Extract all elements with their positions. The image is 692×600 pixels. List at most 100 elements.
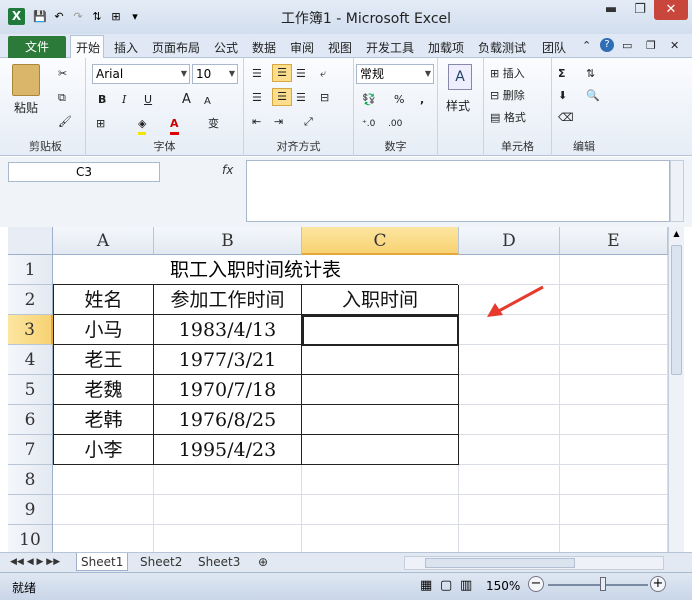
align-middle-icon[interactable]: ☰	[272, 64, 292, 82]
vertical-scrollbar[interactable]: ▲	[668, 227, 684, 552]
cut-icon[interactable]: ✂	[58, 66, 67, 82]
scroll-thumb[interactable]	[671, 245, 682, 375]
cell-e1[interactable]	[560, 255, 668, 285]
cell-e6[interactable]	[560, 405, 668, 435]
work-date-cell[interactable]: 1976/8/25	[154, 405, 302, 435]
header-name-cell[interactable]: 姓名	[53, 285, 154, 315]
format-cells-button[interactable]: ▤ 格式	[490, 110, 526, 126]
tab-team[interactable]: 团队	[542, 39, 566, 56]
cell-b10[interactable]	[154, 525, 302, 552]
italic-button[interactable]: I	[122, 92, 126, 108]
row-header-8[interactable]: 8	[8, 465, 53, 495]
tab-sheet3[interactable]: Sheet3	[194, 553, 244, 571]
align-left-icon[interactable]: ☰	[252, 90, 262, 106]
comma-button[interactable]: ,	[420, 92, 424, 108]
format-painter-icon[interactable]: 🖌	[58, 114, 72, 130]
hire-date-cell[interactable]	[302, 345, 459, 375]
cell-e5[interactable]	[560, 375, 668, 405]
cell-c9[interactable]	[302, 495, 459, 525]
normal-view-icon[interactable]: ▦	[420, 578, 432, 593]
select-all-corner[interactable]	[8, 227, 53, 255]
work-date-cell[interactable]: 1983/4/13	[154, 315, 302, 345]
font-size-select[interactable]: 10 ▼	[192, 64, 238, 84]
cell-e2[interactable]	[560, 285, 668, 315]
shrink-font-button[interactable]: A	[204, 94, 211, 110]
hire-date-cell[interactable]	[302, 375, 459, 405]
formula-expand-scrollbar[interactable]	[670, 160, 684, 222]
fill-icon[interactable]: ⬇	[558, 88, 567, 104]
cell-e4[interactable]	[560, 345, 668, 375]
insert-function-icon[interactable]: fx	[222, 163, 233, 177]
tab-load-test[interactable]: 负载测试	[478, 39, 526, 56]
align-top-icon[interactable]: ☰	[252, 66, 262, 82]
cell-d3[interactable]	[459, 315, 560, 345]
phonetic-button[interactable]: 变	[208, 116, 219, 132]
h-scroll-thumb[interactable]	[425, 558, 575, 568]
delete-cells-button[interactable]: ⊟ 删除	[490, 88, 525, 104]
tab-insert[interactable]: 插入	[114, 39, 138, 56]
tab-sheet1[interactable]: Sheet1	[76, 553, 129, 571]
paste-icon[interactable]	[12, 64, 40, 96]
row-header-6[interactable]: 6	[8, 405, 53, 435]
row-header-10[interactable]: 10	[8, 525, 53, 552]
first-sheet-icon[interactable]: ◀◀ ◀ ▶ ▶▶	[6, 553, 64, 571]
row-header-2[interactable]: 2	[8, 285, 53, 315]
row-header-3[interactable]: 3	[8, 315, 53, 345]
column-header-a[interactable]: A	[53, 227, 154, 255]
tab-developer[interactable]: 开发工具	[366, 39, 414, 56]
cell-a10[interactable]	[53, 525, 154, 552]
column-header-c[interactable]: C	[302, 227, 459, 255]
tab-data[interactable]: 数据	[252, 39, 276, 56]
close-button[interactable]: ✕	[654, 0, 688, 20]
tab-page-layout[interactable]: 页面布局	[152, 39, 200, 56]
zoom-out-button[interactable]: −	[528, 576, 544, 592]
doc-close-icon[interactable]: ✕	[670, 39, 679, 52]
row-header-5[interactable]: 5	[8, 375, 53, 405]
styles-button[interactable]: 样式	[446, 98, 470, 114]
name-box[interactable]: C3	[8, 162, 160, 182]
merge-center-icon[interactable]: ⊟	[320, 90, 329, 106]
orientation-icon[interactable]: ⤢	[304, 114, 313, 130]
cell-e10[interactable]	[560, 525, 668, 552]
work-date-cell[interactable]: 1970/7/18	[154, 375, 302, 405]
cell-d9[interactable]	[459, 495, 560, 525]
font-name-select[interactable]: Arial ▼	[92, 64, 190, 84]
row-header-7[interactable]: 7	[8, 435, 53, 465]
name-cell[interactable]: 小马	[53, 315, 154, 345]
cell-e3[interactable]	[560, 315, 668, 345]
new-sheet-icon[interactable]: ⊕	[254, 553, 272, 571]
column-header-e[interactable]: E	[560, 227, 668, 255]
row-header-4[interactable]: 4	[8, 345, 53, 375]
column-header-d[interactable]: D	[459, 227, 560, 255]
zoom-slider-thumb[interactable]	[600, 577, 606, 591]
tab-home[interactable]: 开始	[76, 39, 100, 56]
cell-d5[interactable]	[459, 375, 560, 405]
tab-review[interactable]: 审阅	[290, 39, 314, 56]
header-work-date-cell[interactable]: 参加工作时间	[154, 285, 302, 315]
cell-d4[interactable]	[459, 345, 560, 375]
decrease-indent-icon[interactable]: ⇤	[252, 114, 261, 130]
cell-a9[interactable]	[53, 495, 154, 525]
insert-cells-button[interactable]: ⊞ 插入	[490, 66, 525, 82]
sheet-title-cell[interactable]: 职工入职时间统计表	[53, 255, 458, 285]
work-date-cell[interactable]: 1977/3/21	[154, 345, 302, 375]
doc-minimize-icon[interactable]: ▭	[622, 39, 632, 52]
copy-icon[interactable]: ⧉	[58, 90, 66, 106]
column-header-b[interactable]: B	[154, 227, 302, 255]
cell-a8[interactable]	[53, 465, 154, 495]
hire-date-cell[interactable]	[302, 435, 459, 465]
cell-d8[interactable]	[459, 465, 560, 495]
name-cell[interactable]: 老魏	[53, 375, 154, 405]
align-right-icon[interactable]: ☰	[296, 90, 306, 106]
row-header-9[interactable]: 9	[8, 495, 53, 525]
doc-restore-icon[interactable]: ❐	[646, 39, 656, 52]
increase-indent-icon[interactable]: ⇥	[274, 114, 283, 130]
name-cell[interactable]: 老韩	[53, 405, 154, 435]
decrease-decimal-icon[interactable]: .00	[388, 116, 402, 132]
tab-view[interactable]: 视图	[328, 39, 352, 56]
wrap-text-icon[interactable]: ⤶	[320, 66, 326, 82]
restore-button[interactable]: ❐	[626, 0, 654, 20]
minimize-button[interactable]: ▬	[596, 0, 626, 20]
collapse-ribbon-icon[interactable]: ⌃	[582, 39, 591, 52]
percent-button[interactable]: %	[394, 92, 404, 108]
